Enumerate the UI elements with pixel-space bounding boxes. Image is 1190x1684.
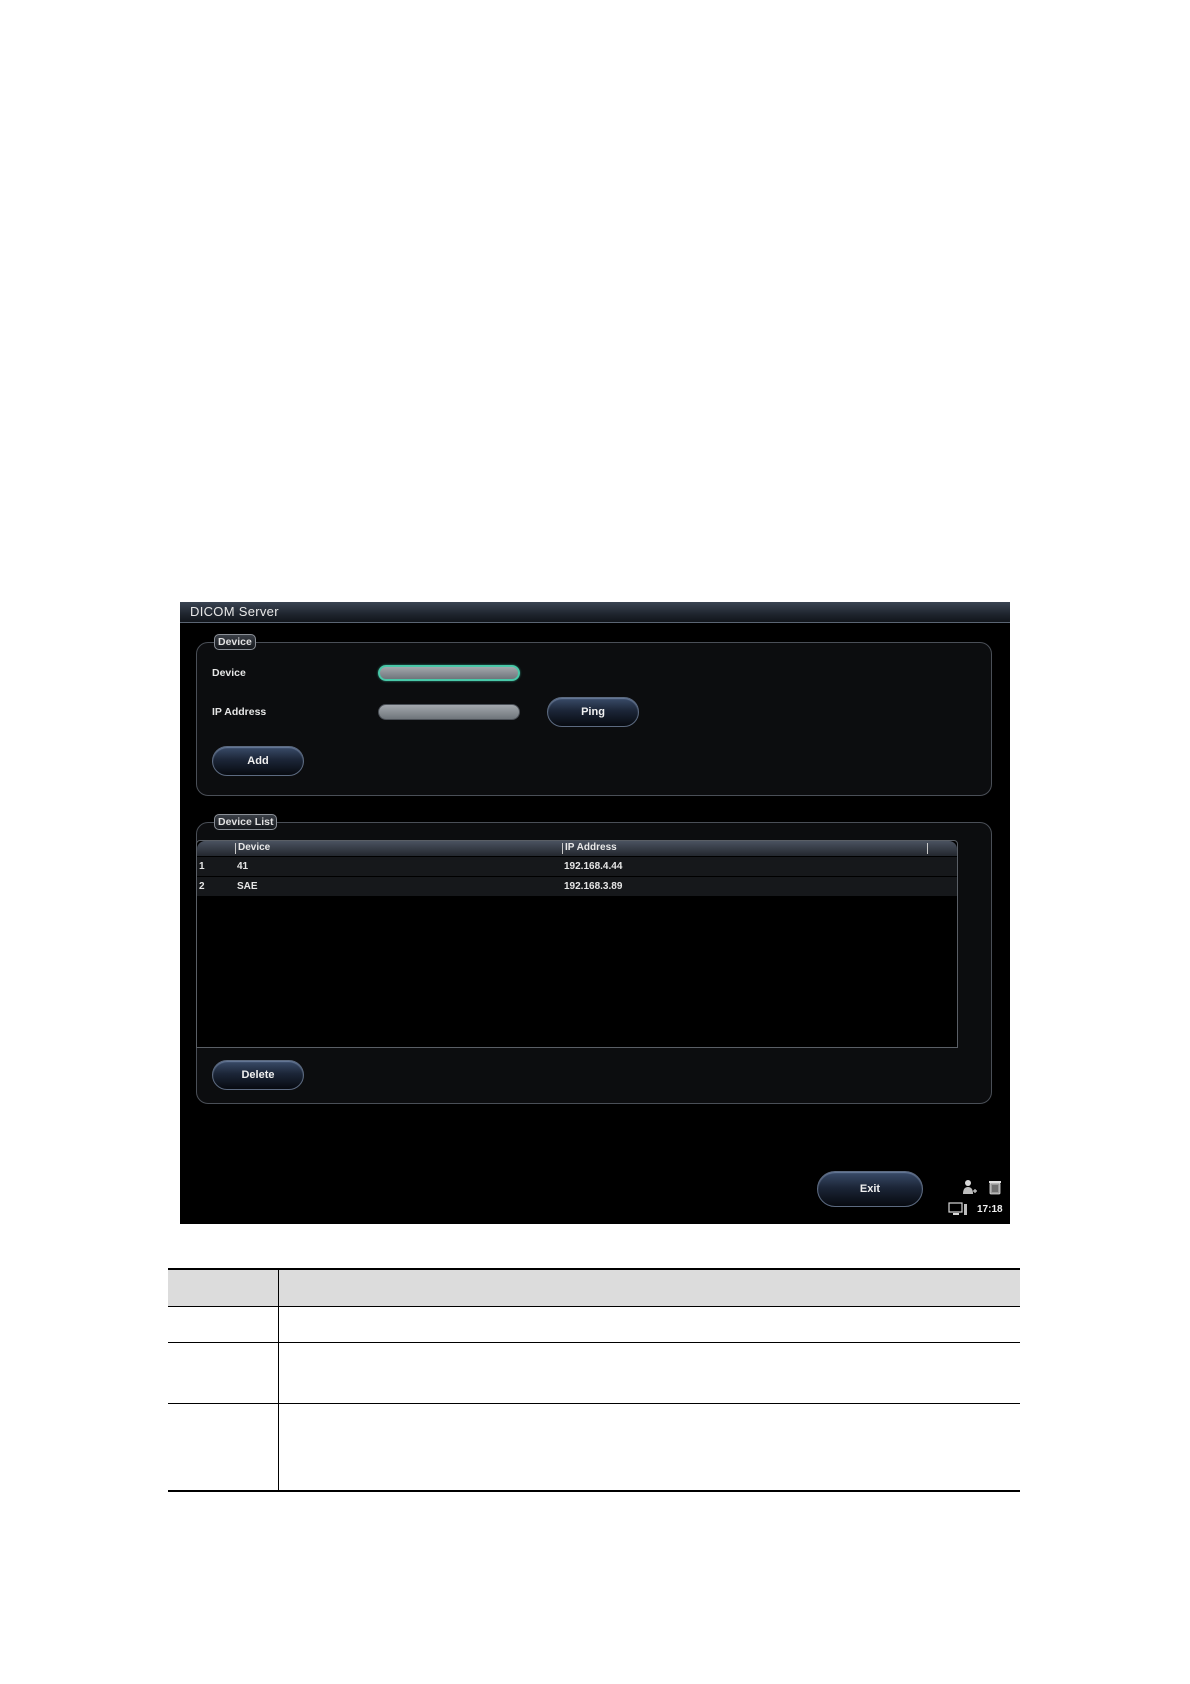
device-list-group-label: Device List [214,814,278,830]
row-ip-address: 192.168.3.89 [564,881,623,892]
delete-button[interactable]: Delete [212,1060,304,1090]
user-icon[interactable] [962,1179,978,1195]
row-device: SAE [237,881,258,892]
table-cell [278,1342,1020,1404]
column-separator [927,843,928,854]
monitor-icon[interactable] [948,1202,968,1216]
row-index: 2 [199,881,205,892]
table-row [168,1403,1020,1492]
device-list-table[interactable]: Device IP Address 1 41 192.168.4.44 2 SA… [196,840,958,1048]
column-separator [235,843,236,854]
table-cell [168,1306,279,1343]
column-header-device[interactable]: Device [238,842,270,853]
ping-button[interactable]: Ping [547,697,639,727]
window-title: DICOM Server [190,604,279,619]
row-index: 1 [199,861,205,872]
add-button[interactable]: Add [212,746,304,776]
device-label: Device [212,667,246,679]
device-group: Device IP Address Ping Add [196,642,992,796]
title-bar: DICOM Server [180,602,1010,623]
header-cell-2 [278,1268,1020,1307]
ip-address-label: IP Address [212,706,267,718]
device-group-label: Device [214,634,256,650]
description-table [168,1268,1020,1492]
table-cell [278,1403,1020,1492]
table-cell [168,1403,279,1492]
dicom-server-window: DICOM Server Device IP Address Ping Add … [180,602,1010,1224]
column-header-ip-address[interactable]: IP Address [565,842,617,853]
table-row[interactable]: 1 41 192.168.4.44 [197,857,957,876]
column-separator [562,843,563,854]
table-header-row [168,1268,1020,1307]
row-device: 41 [237,861,249,872]
table-cell [168,1342,279,1404]
table-row[interactable]: 2 SAE 192.168.3.89 [197,877,957,896]
exit-button[interactable]: Exit [817,1171,923,1207]
table-row [168,1342,1020,1404]
header-cell-1 [168,1268,279,1307]
trash-icon[interactable] [988,1179,1002,1195]
ip-address-input[interactable] [378,704,520,720]
table-row [168,1306,1020,1343]
list-header: Device IP Address [197,841,957,856]
clock-time: 17:18 [977,1204,1003,1215]
device-input[interactable] [378,665,520,681]
table-cell [278,1306,1020,1343]
row-ip-address: 192.168.4.44 [564,861,623,872]
